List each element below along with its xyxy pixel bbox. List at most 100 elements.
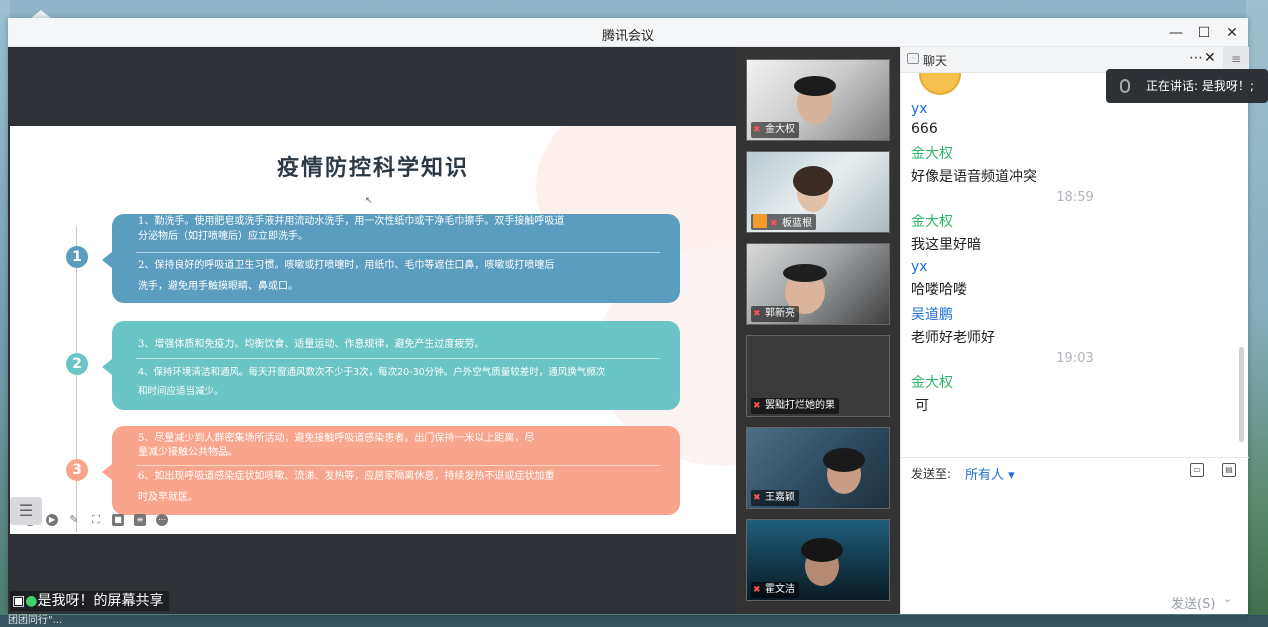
slide-text-line: 时及早就医。 [138,492,198,503]
minimize-button[interactable]: — [1166,23,1186,43]
chat-message: 好像是语音频道冲突 [911,169,1037,185]
host-icon [753,214,767,228]
participant-video-column: ✖ 金大权 ✖ 板蓝根 ✖ 郭新亮 ✖ 罢黜打烂她的果 ✖ 王嘉颖 ✖ 霍文洁 [736,47,900,614]
speaking-indicator: 正在讲话: 是我呀！; [1106,69,1268,103]
slide-text-line: 6、如出现呼吸道感染症状如咳嗽、流涕、发热等，应居家隔离休息，持续发热不退或症状… [138,471,555,482]
mic-muted-icon: ✖ [753,493,761,503]
participant-hair [823,448,865,472]
divider [136,465,660,466]
participant-name: ✖ 霍文洁 [751,582,799,598]
chat-message: 可 [915,398,929,414]
participant-hair [801,538,843,562]
video-tile[interactable]: ✖ 板蓝根 [746,151,890,233]
participant-name-text: 霍文洁 [765,584,795,595]
slide-text-line: 5、尽量减少到人群密集场所活动，避免接触呼吸道感染患者。出门保持一米以上距离，尽 [138,433,535,444]
slide-text-line: 3、增强体质和免疫力。均衡饮食、适量运动、作息规律，避免产生过度疲劳。 [138,339,485,350]
section-number-2: 2 [66,353,88,375]
timeline-line [76,226,77,532]
video-tile[interactable]: ✖ 金大权 [746,59,890,141]
participant-name: ✖ 罢黜打烂她的果 [751,398,839,414]
slide-text-line: 和时间应适当减少。 [138,386,224,397]
more-icon[interactable]: ⋯ [156,514,168,526]
chat-message: 哈喽哈喽 [911,282,967,298]
chat-title: 聊天 [923,54,948,68]
participant-hair [794,76,836,96]
section-box-1: 1、勤洗手。使用肥皂或洗手液并用流动水洗手，用一次性纸巾或干净毛巾擦手。双手接触… [102,214,680,303]
chat-sender: 金大权 [911,375,953,391]
close-chat-icon[interactable]: ✕ [1204,50,1216,66]
participant-name-text: 王嘉颖 [765,492,795,503]
participant-hair [793,166,833,196]
share-caption-text: 是我呀！的屏幕共享 [37,593,164,609]
slide-text-line: 洗手，避免用手触摸眼睛、鼻或口。 [138,281,298,292]
slide-text-line: 1、勤洗手。使用肥皂或洗手液并用流动水洗手，用一次性纸巾或干净毛巾擦手。双手接触… [138,216,565,227]
mic-muted-icon: ✖ [753,309,761,319]
mic-on-icon: ● [25,593,38,609]
chat-sender: 金大权 [911,146,953,162]
slide-text-line: 量减少接触公共物品。 [138,447,238,458]
send-button[interactable]: 发送(S) [1171,593,1215,612]
more-options-icon[interactable]: ⋯ [1189,50,1203,66]
chat-message: 老师好老师好 [911,330,995,346]
video-tile[interactable]: ✖ 郭新亮 [746,243,890,325]
chat-sender: yx [911,259,928,275]
share-screen-icon: ▣ [12,593,26,609]
chat-timestamp: 19:03 [1056,351,1094,366]
slide-list-icon[interactable]: ☰ [10,497,42,525]
chat-message: 666 [911,121,938,137]
participant-hair [783,264,827,282]
camera-icon[interactable]: ■ [112,514,124,526]
participant-name-text: 罢黜打烂她的果 [765,400,835,411]
next-slide-icon[interactable]: ▶ [46,514,58,526]
recipient-dropdown[interactable]: 所有人 ▾ [965,464,1015,483]
maximize-button[interactable]: ☐ [1194,23,1214,43]
meeting-window: 腾讯会议 — ☐ ✕ 疫情防控科学知识 ↖ 1 1、勤洗手。使用肥皂或洗手液并用… [8,18,1249,614]
slide-text-line: 4、保持环境清洁和通风。每天开窗通风数次不少于3次，每次20-30分钟。户外空气… [138,367,606,378]
subtitle-icon[interactable]: ≡ [134,514,146,526]
taskbar-label: 团团同行"... [8,615,63,626]
speaking-text: 正在讲话: 是我呀！; [1146,79,1254,93]
section-box-2: 3、增强体质和免疫力。均衡饮食、适量运动、作息规律，避免产生过度疲劳。 4、保持… [102,321,680,410]
mic-muted-icon: ✖ [753,401,761,411]
microphone-icon [1120,79,1130,93]
chat-message: 我这里好暗 [911,237,981,253]
chat-timestamp: 18:59 [1056,190,1094,205]
section-number-1: 1 [66,246,88,268]
desktop-taskbar: 团团同行"... [0,615,1268,627]
mic-muted-icon: ✖ [770,219,778,229]
video-tile[interactable]: ✖ 罢黜打烂她的果 [746,335,890,417]
participant-name-text: 郭新亮 [765,308,795,319]
participant-name: ✖ 王嘉颖 [751,490,799,506]
divider [136,252,660,253]
mic-muted-icon: ✖ [753,585,761,595]
chat-sender: yx [911,101,928,117]
chat-icon: ⋯ [907,53,919,64]
video-tile[interactable]: ✖ 霍文洁 [746,519,890,601]
participant-name: ✖ 板蓝根 [751,214,816,230]
send-options-icon[interactable]: ⌄ [1223,592,1232,605]
mouse-cursor-icon: ↖ [365,196,373,206]
pen-icon[interactable]: ✎ [68,514,80,526]
slide-text-line: 2、保持良好的呼吸道卫生习惯。咳嗽或打喷嚏时，用纸巾、毛巾等遮住口鼻，咳嗽或打喷… [138,260,555,271]
close-button[interactable]: ✕ [1222,23,1242,43]
participant-name: ✖ 郭新亮 [751,306,799,322]
participant-name-text: 板蓝根 [782,218,812,229]
chat-panel: ⋯ 聊天 ⋯ ✕ ≡ yx 666 金大权 好像是语音频道冲突 18:59 金大… [900,47,1249,614]
file-icon[interactable]: ▭ [1190,463,1204,477]
slide-text-line: 分泌物后（如打喷嚏后）应立即洗手。 [138,231,308,242]
slide-title: 疫情防控科学知识 [276,156,469,181]
title-bar: 腾讯会议 — ☐ ✕ [8,18,1248,47]
send-to-label: 发送至: [911,467,952,481]
mic-muted-icon: ✖ [753,125,761,135]
participant-name-text: 金大权 [765,124,795,135]
announcement-icon[interactable]: ▤ [1222,463,1236,477]
zoom-icon[interactable]: ⛶ [90,514,102,526]
divider [901,457,1249,458]
video-tile[interactable]: ✖ 王嘉颖 [746,427,890,509]
divider [136,358,660,359]
emoji-sticker [919,73,961,95]
section-box-3: 5、尽量减少到人群密集场所活动，避免接触呼吸道感染患者。出门保持一米以上距离，尽… [102,426,680,515]
chat-scrollbar[interactable] [1239,347,1244,442]
screen-share-caption: ▣●是我呀！的屏幕共享 [10,591,170,611]
section-number-3: 3 [66,459,88,481]
